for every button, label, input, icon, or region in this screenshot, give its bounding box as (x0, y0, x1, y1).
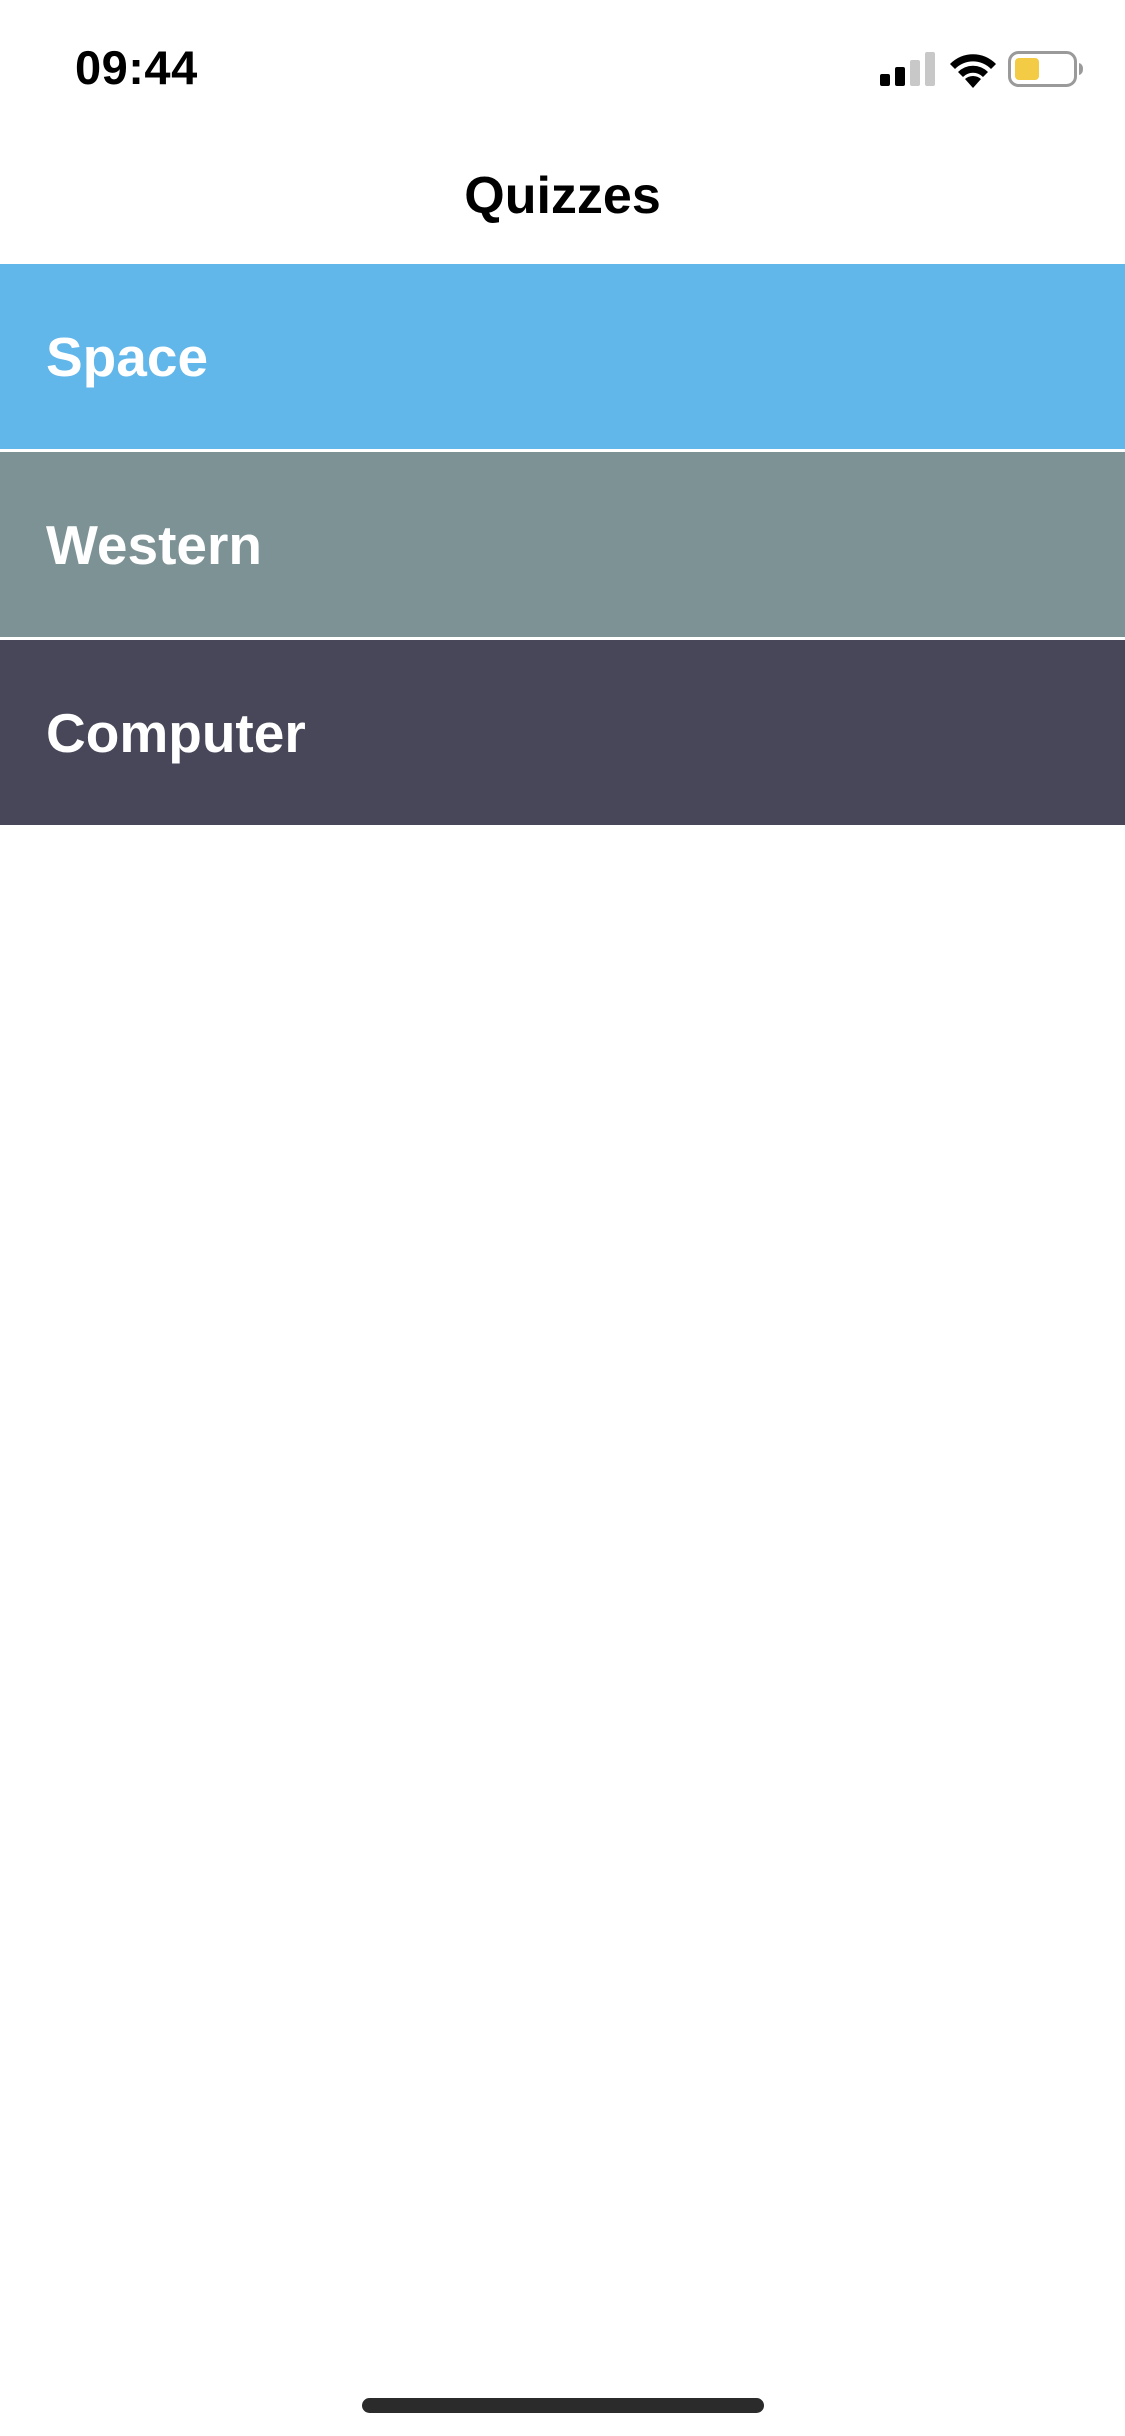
status-bar: 09:44 (0, 0, 1125, 132)
quiz-item-space[interactable]: Space (0, 264, 1125, 449)
battery-icon (1008, 51, 1083, 87)
quiz-item-computer[interactable]: Computer (0, 640, 1125, 825)
wifi-icon (950, 54, 996, 88)
cellular-signal-icon (880, 52, 935, 86)
home-indicator[interactable] (362, 2398, 764, 2413)
page-title: Quizzes (464, 167, 661, 225)
quiz-label: Computer (46, 701, 306, 764)
quiz-list: Space Western Computer (0, 264, 1125, 825)
navigation-bar: Quizzes (0, 132, 1125, 264)
quiz-label: Western (46, 513, 262, 576)
status-time: 09:44 (75, 41, 198, 94)
quiz-label: Space (46, 325, 209, 388)
quiz-item-western[interactable]: Western (0, 452, 1125, 637)
